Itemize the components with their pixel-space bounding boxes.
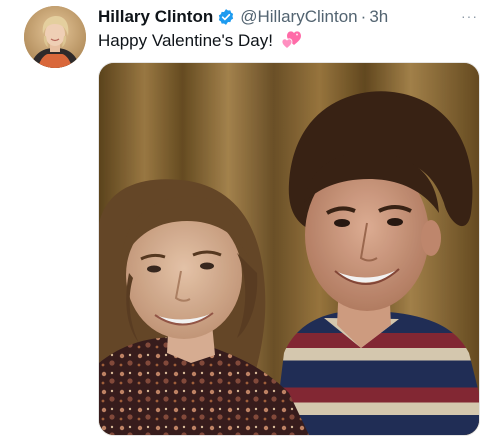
verified-badge-icon [217, 8, 235, 26]
tweet[interactable]: Hillary Clinton @HillaryClinton · 3h ···… [0, 0, 500, 438]
more-options-icon[interactable]: ··· [461, 8, 478, 24]
two-hearts-emoji-icon [279, 30, 303, 52]
tweet-text-content: Happy Valentine's Day! [98, 31, 273, 50]
tweet-photo[interactable] [98, 62, 480, 436]
timestamp[interactable]: 3h [369, 7, 388, 27]
avatar[interactable] [24, 6, 86, 68]
separator-dot: · [360, 7, 367, 26]
tweet-header: Hillary Clinton @HillaryClinton · 3h [98, 5, 500, 29]
author-handle[interactable]: @HillaryClinton [240, 7, 357, 27]
tweet-text: Happy Valentine's Day! [98, 30, 303, 52]
author-name[interactable]: Hillary Clinton [98, 7, 213, 27]
